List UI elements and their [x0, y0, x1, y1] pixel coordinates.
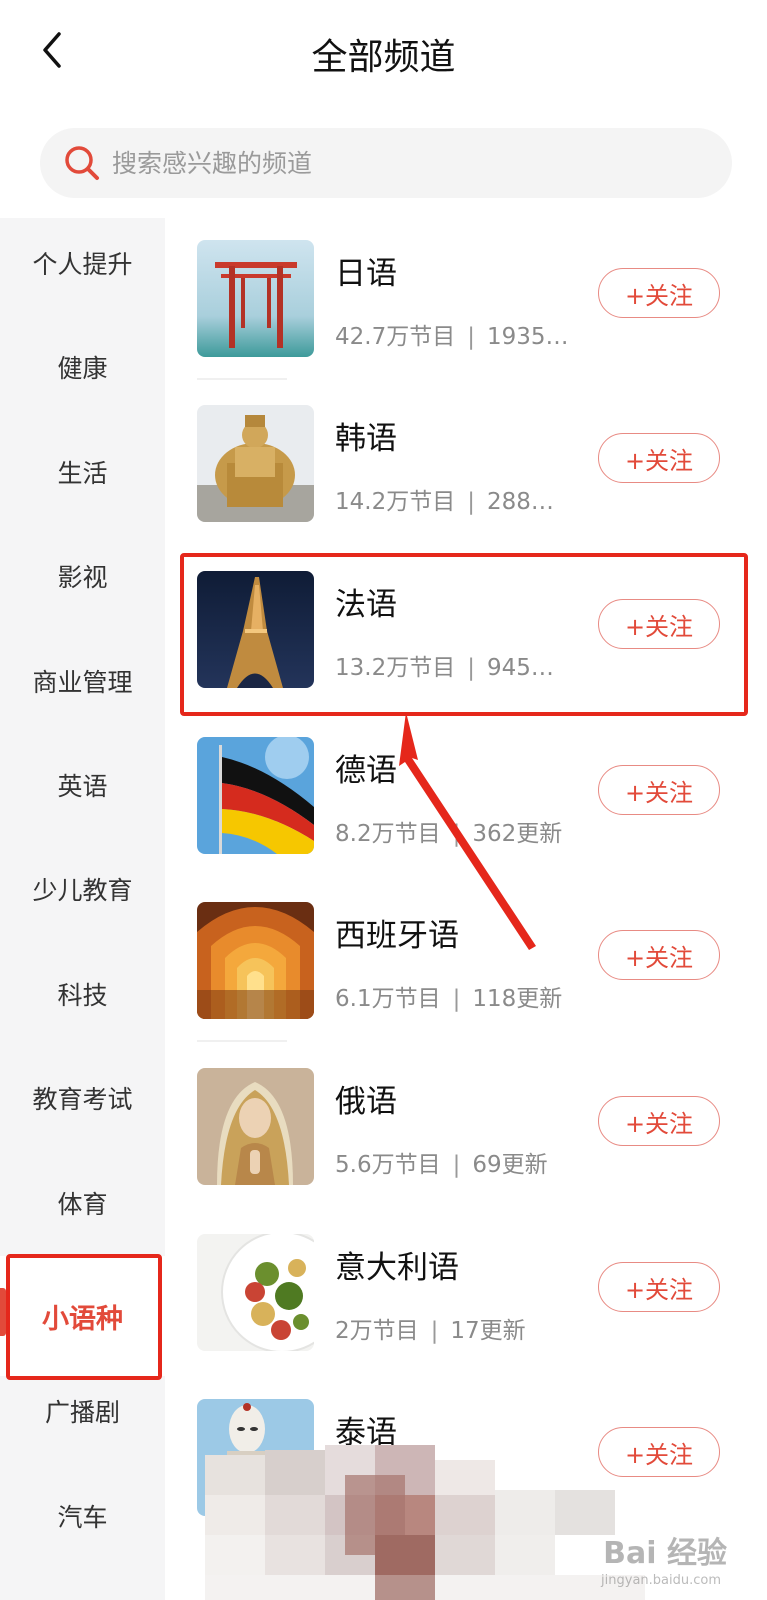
update-count: 288更新 [486, 489, 575, 515]
program-count: 8.2万节目 [335, 821, 441, 847]
channel-stats: 14.2万节目 | 288更新 [335, 482, 575, 516]
header: 全部频道 [0, 0, 767, 105]
search-bar[interactable] [40, 128, 732, 198]
channel-thumbnail [197, 737, 314, 854]
channel-thumbnail [197, 1399, 314, 1516]
update-count: 1935… [486, 324, 569, 350]
update-count: 362更新 [472, 821, 563, 847]
follow-button[interactable]: +关注 [598, 1262, 720, 1312]
active-indicator [0, 1288, 6, 1336]
channel-item-italian[interactable]: 意大利语 2万节目 | 17更新 +关注 [180, 1234, 740, 1374]
channel-item-german[interactable]: 德语 8.2万节目 | 362更新 +关注 [180, 737, 740, 877]
channel-name: 德语 [335, 753, 397, 789]
channel-thumbnail [197, 405, 314, 522]
update-count: 118更新 [472, 986, 563, 1012]
channel-name: 西班牙语 [335, 918, 459, 954]
page-title: 全部频道 [311, 37, 456, 78]
program-count: 42.7万节目 [335, 324, 456, 350]
divider [197, 1040, 287, 1042]
follow-button[interactable]: +关注 [598, 1096, 720, 1146]
channel-stats: 13.2万节目 | 945更新 [335, 648, 575, 682]
watermark-url: jingyan.baidu.com [601, 1573, 721, 1588]
sidebar-item-tech[interactable]: 科技 [0, 964, 165, 1024]
sidebar-item-personal-growth[interactable]: 个人提升 [0, 233, 165, 293]
channel-item-thai[interactable]: 泰语 +关注 [180, 1399, 740, 1539]
update-count: 69更新 [472, 1152, 548, 1178]
sidebar-item-health[interactable]: 健康 [0, 337, 165, 397]
sidebar-item-english[interactable]: 英语 [0, 755, 165, 815]
channel-name: 俄语 [335, 1084, 397, 1120]
stats-separator: | [452, 821, 461, 847]
channel-item-korean[interactable]: 韩语 14.2万节目 | 288更新 +关注 [180, 405, 740, 545]
channel-thumbnail [197, 902, 314, 1019]
channel-item-french[interactable]: 法语 13.2万节目 | 945更新 +关注 [180, 571, 740, 711]
sidebar-item-auto[interactable]: 汽车 [0, 1486, 165, 1546]
sidebar-item-kids[interactable]: 少儿教育 [0, 859, 165, 919]
channel-thumbnail [197, 240, 314, 357]
program-count: 13.2万节目 [335, 655, 456, 681]
channel-stats: 2万节目 | 17更新 [335, 1311, 575, 1345]
channel-item-japanese[interactable]: 日语 42.7万节目 | 1935… +关注 [180, 240, 740, 380]
sidebar-item-exams[interactable]: 教育考试 [0, 1068, 165, 1128]
watermark-logo: Bai 经验 [603, 1536, 727, 1571]
stats-separator: | [467, 324, 475, 350]
sidebar-item-life[interactable]: 生活 [0, 442, 165, 502]
stats-separator: | [467, 489, 475, 515]
channel-item-russian[interactable]: 俄语 5.6万节目 | 69更新 +关注 [180, 1068, 740, 1208]
stats-separator: | [467, 655, 475, 681]
channel-thumbnail [197, 1068, 314, 1185]
channel-stats: 5.6万节目 | 69更新 [335, 1145, 575, 1179]
follow-button[interactable]: +关注 [598, 930, 720, 980]
stats-separator: | [430, 1318, 439, 1344]
channel-item-spanish[interactable]: 西班牙语 6.1万节目 | 118更新 +关注 [180, 902, 740, 1042]
stats-separator: | [452, 986, 461, 1012]
sidebar-item-film[interactable]: 影视 [0, 546, 165, 606]
follow-button[interactable]: +关注 [598, 268, 720, 318]
update-count: 17更新 [450, 1318, 526, 1344]
channel-name: 意大利语 [335, 1250, 459, 1286]
category-sidebar: 个人提升 健康 生活 影视 商业管理 英语 少儿教育 科技 教育考试 体育 小语… [0, 218, 165, 1600]
channel-stats: 42.7万节目 | 1935… [335, 317, 575, 351]
sidebar-item-business[interactable]: 商业管理 [0, 651, 165, 711]
update-count: 945更新 [486, 655, 575, 681]
follow-button[interactable]: +关注 [598, 433, 720, 483]
search-icon [65, 146, 99, 180]
watermark: Bai 经验 jingyan.baidu.com [601, 1528, 727, 1588]
program-count: 14.2万节目 [335, 489, 456, 515]
divider [197, 378, 287, 380]
channel-name: 日语 [335, 256, 397, 292]
follow-button[interactable]: +关注 [598, 765, 720, 815]
search-input[interactable] [112, 148, 672, 178]
stats-separator: | [452, 1152, 461, 1178]
channel-name: 韩语 [335, 421, 397, 457]
channel-stats: 6.1万节目 | 118更新 [335, 979, 575, 1013]
sidebar-item-minor-languages[interactable]: 小语种 [0, 1256, 165, 1376]
sidebar-item-radio-drama[interactable]: 广播剧 [0, 1381, 165, 1441]
program-count: 5.6万节目 [335, 1152, 441, 1178]
follow-button[interactable]: +关注 [598, 599, 720, 649]
sidebar-item-sports[interactable]: 体育 [0, 1173, 165, 1233]
follow-button[interactable]: +关注 [598, 1427, 720, 1477]
program-count: 2万节目 [335, 1318, 419, 1344]
channel-thumbnail [197, 571, 314, 688]
channel-thumbnail [197, 1234, 314, 1351]
channel-name: 泰语 [335, 1415, 397, 1451]
channel-stats: 8.2万节目 | 362更新 [335, 814, 575, 848]
program-count: 6.1万节目 [335, 986, 441, 1012]
channel-name: 法语 [335, 587, 397, 623]
